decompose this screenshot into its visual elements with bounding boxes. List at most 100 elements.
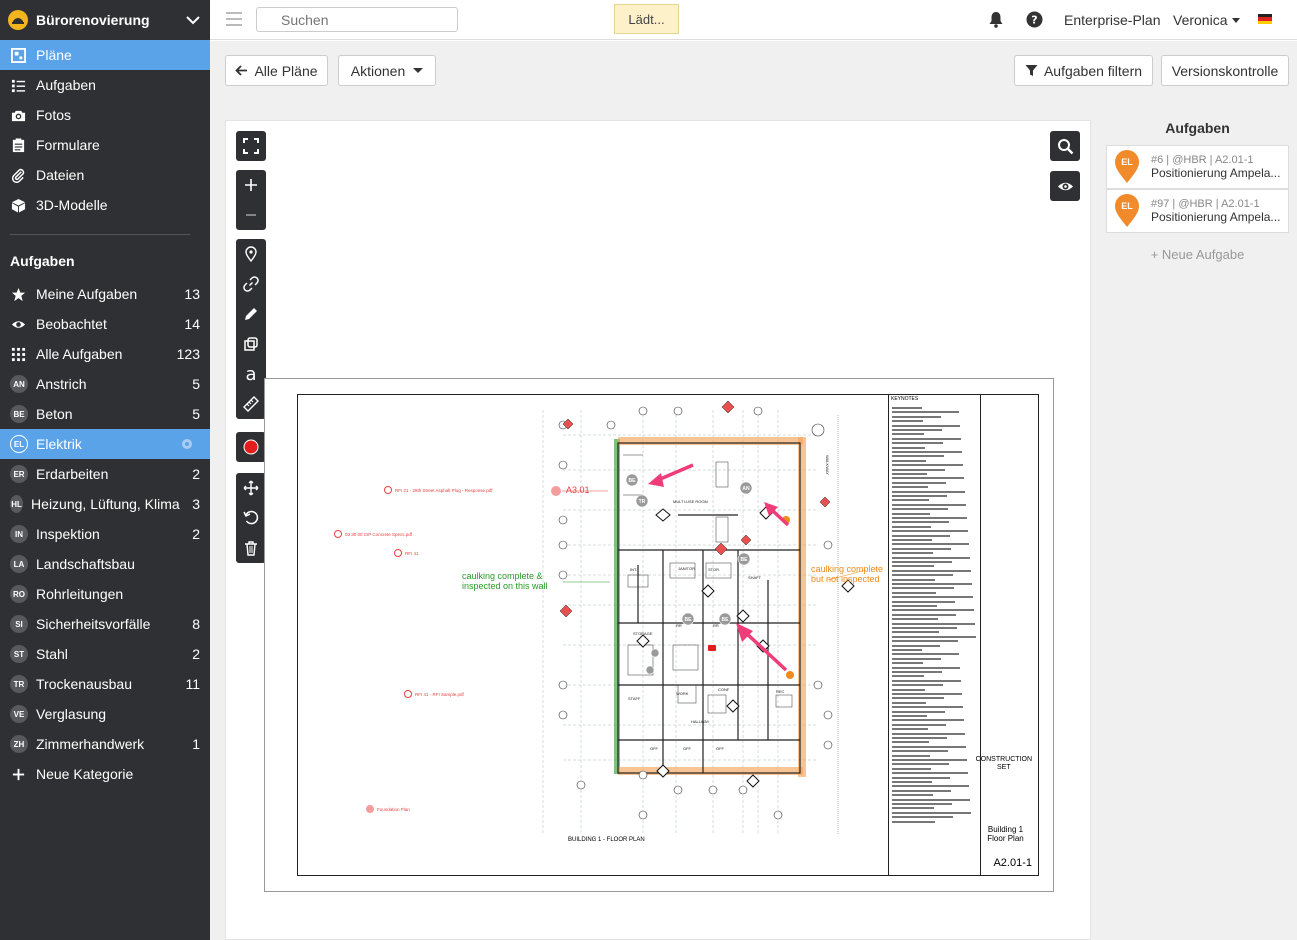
text-tool-icon: a [245, 363, 257, 385]
nav-item-forms[interactable]: Formulare [0, 130, 210, 160]
delete-button[interactable] [236, 533, 266, 563]
sheet-reference-annotation[interactable]: A3.01 [566, 485, 590, 495]
gear-icon[interactable] [180, 437, 194, 451]
nav-item-files[interactable]: Dateien [0, 160, 210, 190]
document-link[interactable]: Foundation Plan [366, 805, 410, 813]
keynote-line [892, 464, 963, 467]
nav-item-3d-models[interactable]: 3D-Modelle [0, 190, 210, 220]
document-link[interactable]: RFI 41 - RFI Sample.pdf [404, 690, 464, 698]
search-box[interactable] [256, 7, 462, 32]
text-tool-button[interactable]: a [236, 359, 266, 389]
document-link[interactable]: 03 30 00 CIP Concrete Specs.pdf [334, 530, 412, 538]
forms-icon [10, 137, 26, 153]
plan-search-button[interactable] [1050, 131, 1080, 161]
keynote-line [892, 578, 935, 581]
category-zh[interactable]: ZH Zimmerhandwerk 1 [0, 729, 210, 759]
zoom-out-button[interactable] [236, 200, 266, 230]
keynote-line [892, 543, 969, 546]
chevron-down-icon[interactable] [184, 11, 202, 29]
new-category-button[interactable]: Neue Kategorie [0, 759, 210, 789]
keynote-line [892, 759, 967, 761]
keynote-line [892, 596, 973, 599]
hamburger-icon[interactable] [226, 12, 242, 26]
german-flag-icon[interactable] [1258, 14, 1272, 24]
help-icon[interactable]: ? [1026, 11, 1043, 28]
move-tool-button[interactable] [236, 473, 266, 503]
keynote-line [892, 737, 947, 739]
category-tr[interactable]: TR Trockenausbau 11 [0, 669, 210, 699]
filter-tasks-button[interactable]: Aufgaben filtern [1014, 55, 1153, 86]
bell-icon[interactable] [988, 11, 1004, 28]
visibility-toggle-button[interactable] [1050, 171, 1080, 201]
keynote-line [892, 798, 970, 801]
edit-tool-group [236, 473, 266, 563]
category-an[interactable]: AN Anstrich 5 [0, 369, 210, 399]
svg-text:STOR.: STOR. [708, 567, 720, 572]
shapes-tool-button[interactable] [236, 329, 266, 359]
pin-tool-button[interactable] [236, 239, 266, 269]
plan-viewer[interactable]: a MULTI-USE ROOM INT. JANITOR STOR. SHAF… [225, 120, 1091, 940]
button-label: Aufgaben filtern [1043, 62, 1143, 79]
filter-my-tasks[interactable]: Meine Aufgaben 13 [0, 279, 210, 309]
text-annotation-orange[interactable]: caulking complete but not inspected [811, 564, 891, 584]
keynote-line [892, 503, 966, 506]
svg-text:BE: BE [741, 557, 749, 563]
keynote-line [892, 556, 970, 559]
nav-item-photos[interactable]: Fotos [0, 100, 210, 130]
keynote-line [892, 772, 968, 775]
svg-text:CONF: CONF [718, 687, 730, 692]
filter-watched[interactable]: Beobachtet 14 [0, 309, 210, 339]
keynote-line [892, 525, 931, 528]
sheet-title: Building 1 Floor Plan [987, 825, 1024, 843]
filter-all-tasks[interactable]: Alle Aufgaben 123 [0, 339, 210, 369]
category-be[interactable]: BE Beton 5 [0, 399, 210, 429]
keynote-line [892, 754, 930, 757]
project-switcher[interactable]: Bürorenovierung [0, 0, 210, 40]
category-st[interactable]: ST Stahl 2 [0, 639, 210, 669]
document-link-icon [404, 690, 412, 698]
task-card[interactable]: EL #6 | @HBR | A2.01-1 Positionierung Am… [1106, 145, 1289, 189]
search-input[interactable] [281, 11, 462, 28]
document-link[interactable]: RFI 21 - 28th Street Asphalt Plug - Resp… [384, 486, 493, 494]
sheet-set: CONSTRUCTION SET [975, 756, 1032, 771]
actions-dropdown[interactable]: Aktionen [338, 55, 436, 86]
button-label: Alle Pläne [254, 62, 318, 79]
document-link[interactable]: RFI 41 [394, 549, 419, 557]
category-ve[interactable]: VE Verglasung [0, 699, 210, 729]
nav-label: Verglasung [36, 706, 107, 722]
version-control-button[interactable]: Versionskontrolle [1161, 55, 1289, 86]
category-si[interactable]: SI Sicherheitsvorfälle 8 [0, 609, 210, 639]
keynote-line [892, 649, 922, 651]
pencil-tool-button[interactable] [236, 299, 266, 329]
nav-item-tasks[interactable]: Aufgaben [0, 70, 210, 100]
category-hl[interactable]: HL Heizung, Lüftung, Klima 3 [0, 489, 210, 519]
keynotes-title: KEYNOTES [891, 396, 919, 402]
keynote-line [892, 706, 963, 709]
measure-tool-button[interactable] [236, 389, 266, 419]
nav-label: Stahl [36, 646, 68, 662]
paperclip-icon [10, 167, 26, 183]
new-task-button[interactable]: + Neue Aufgabe [1106, 247, 1289, 262]
subscription-plan-link[interactable]: Enterprise-Plan [1064, 12, 1161, 28]
keynote-line [892, 662, 923, 665]
category-in[interactable]: IN Inspektion 2 [0, 519, 210, 549]
category-el[interactable]: EL Elektrik [0, 429, 210, 459]
category-ro[interactable]: RO Rohrleitungen [0, 579, 210, 609]
category-badge: LA [10, 555, 28, 573]
category-la[interactable]: LA Landschaftsbau [0, 549, 210, 579]
link-tool-button[interactable] [236, 269, 266, 299]
task-card[interactable]: EL #97 | @HBR | A2.01-1 Positionierung A… [1106, 189, 1289, 233]
user-menu[interactable]: Veronica [1173, 12, 1241, 28]
all-plans-button[interactable]: Alle Pläne [225, 55, 328, 86]
zoom-in-button[interactable] [236, 170, 266, 200]
nav-item-plans[interactable]: Pläne [0, 40, 210, 70]
undo-button[interactable] [236, 503, 266, 533]
keynote-line [892, 508, 948, 511]
keynote-line [892, 785, 969, 788]
nav-label: Beton [36, 406, 73, 422]
fullscreen-button[interactable] [236, 131, 266, 161]
keynote-line [892, 530, 968, 533]
category-er[interactable]: ER Erdarbeiten 2 [0, 459, 210, 489]
text-annotation-green[interactable]: caulking complete & inspected on this wa… [462, 571, 562, 591]
color-picker-button[interactable] [236, 432, 266, 462]
